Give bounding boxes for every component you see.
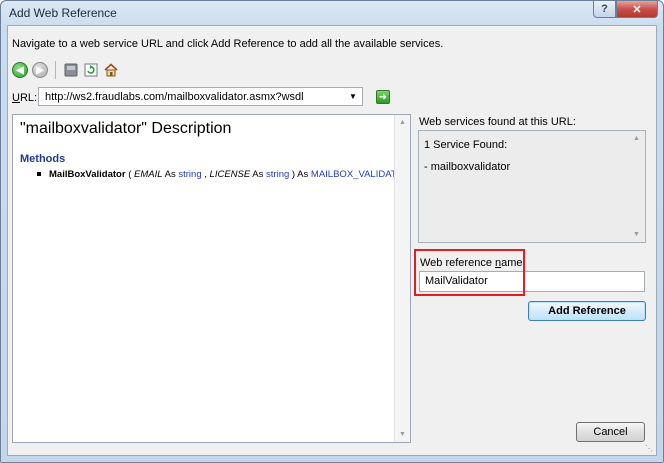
services-scrollbar[interactable]: ▲ ▼: [629, 131, 645, 242]
scroll-up-icon[interactable]: ▲: [629, 131, 644, 146]
refresh-icon[interactable]: [83, 62, 99, 78]
services-count: 1 Service Found:: [424, 139, 508, 151]
scroll-down-icon[interactable]: ▼: [629, 227, 644, 242]
forward-icon[interactable]: ▶: [32, 62, 48, 78]
window-title: Add Web Reference: [9, 6, 117, 20]
url-input[interactable]: http://ws2.fraudlabs.com/mailboxvalidato…: [45, 91, 304, 103]
methods-heading: Methods: [20, 153, 66, 165]
help-button[interactable]: ?: [593, 1, 616, 18]
description-title: "mailboxvalidator" Description: [20, 120, 232, 137]
param-type-link[interactable]: string: [266, 169, 289, 180]
title-bar[interactable]: Add Web Reference ? ✕: [1, 1, 663, 25]
services-found-list: 1 Service Found: - mailboxvalidator ▲ ▼: [418, 130, 646, 243]
highlight-box: [414, 249, 525, 296]
scroll-up-icon[interactable]: ▲: [395, 115, 410, 130]
toolbar-separator: [55, 61, 56, 79]
scroll-down-icon[interactable]: ▼: [395, 427, 410, 442]
home-icon[interactable]: [103, 62, 119, 78]
instruction-text: Navigate to a web service URL and click …: [12, 38, 444, 50]
method-name: MailBoxValidator: [49, 169, 126, 180]
param-email: EMAIL: [134, 169, 163, 180]
stop-icon[interactable]: [63, 62, 79, 78]
bullet-icon: [37, 172, 41, 177]
add-web-reference-dialog: Add Web Reference ? ✕ Navigate to a web …: [0, 0, 664, 463]
dialog-client-area: Navigate to a web service URL and click …: [7, 25, 657, 456]
back-icon[interactable]: ◀: [12, 62, 28, 78]
dropdown-arrow-icon[interactable]: ▼: [346, 89, 360, 104]
service-item[interactable]: - mailboxvalidator: [424, 161, 510, 173]
description-scrollbar[interactable]: ▲ ▼: [394, 115, 410, 442]
param-license: LICENSE: [209, 169, 251, 180]
url-label: URL:: [12, 92, 38, 104]
resize-grip-icon[interactable]: ⋱: [645, 444, 655, 454]
close-button[interactable]: ✕: [616, 1, 658, 18]
add-reference-button[interactable]: Add Reference: [528, 301, 646, 321]
go-arrow-icon[interactable]: ➜: [376, 90, 390, 104]
service-description-panel: "mailboxvalidator" Description Methods M…: [12, 114, 411, 443]
browser-toolbar: ◀ ▶: [12, 60, 119, 80]
url-combobox[interactable]: http://ws2.fraudlabs.com/mailboxvalidato…: [38, 87, 363, 106]
cancel-button[interactable]: Cancel: [576, 422, 645, 442]
services-found-label: Web services found at this URL:: [419, 116, 576, 128]
param-type-link[interactable]: string: [178, 169, 201, 180]
method-signature: MailBoxValidator ( EMAIL As string , LIC…: [37, 169, 411, 180]
